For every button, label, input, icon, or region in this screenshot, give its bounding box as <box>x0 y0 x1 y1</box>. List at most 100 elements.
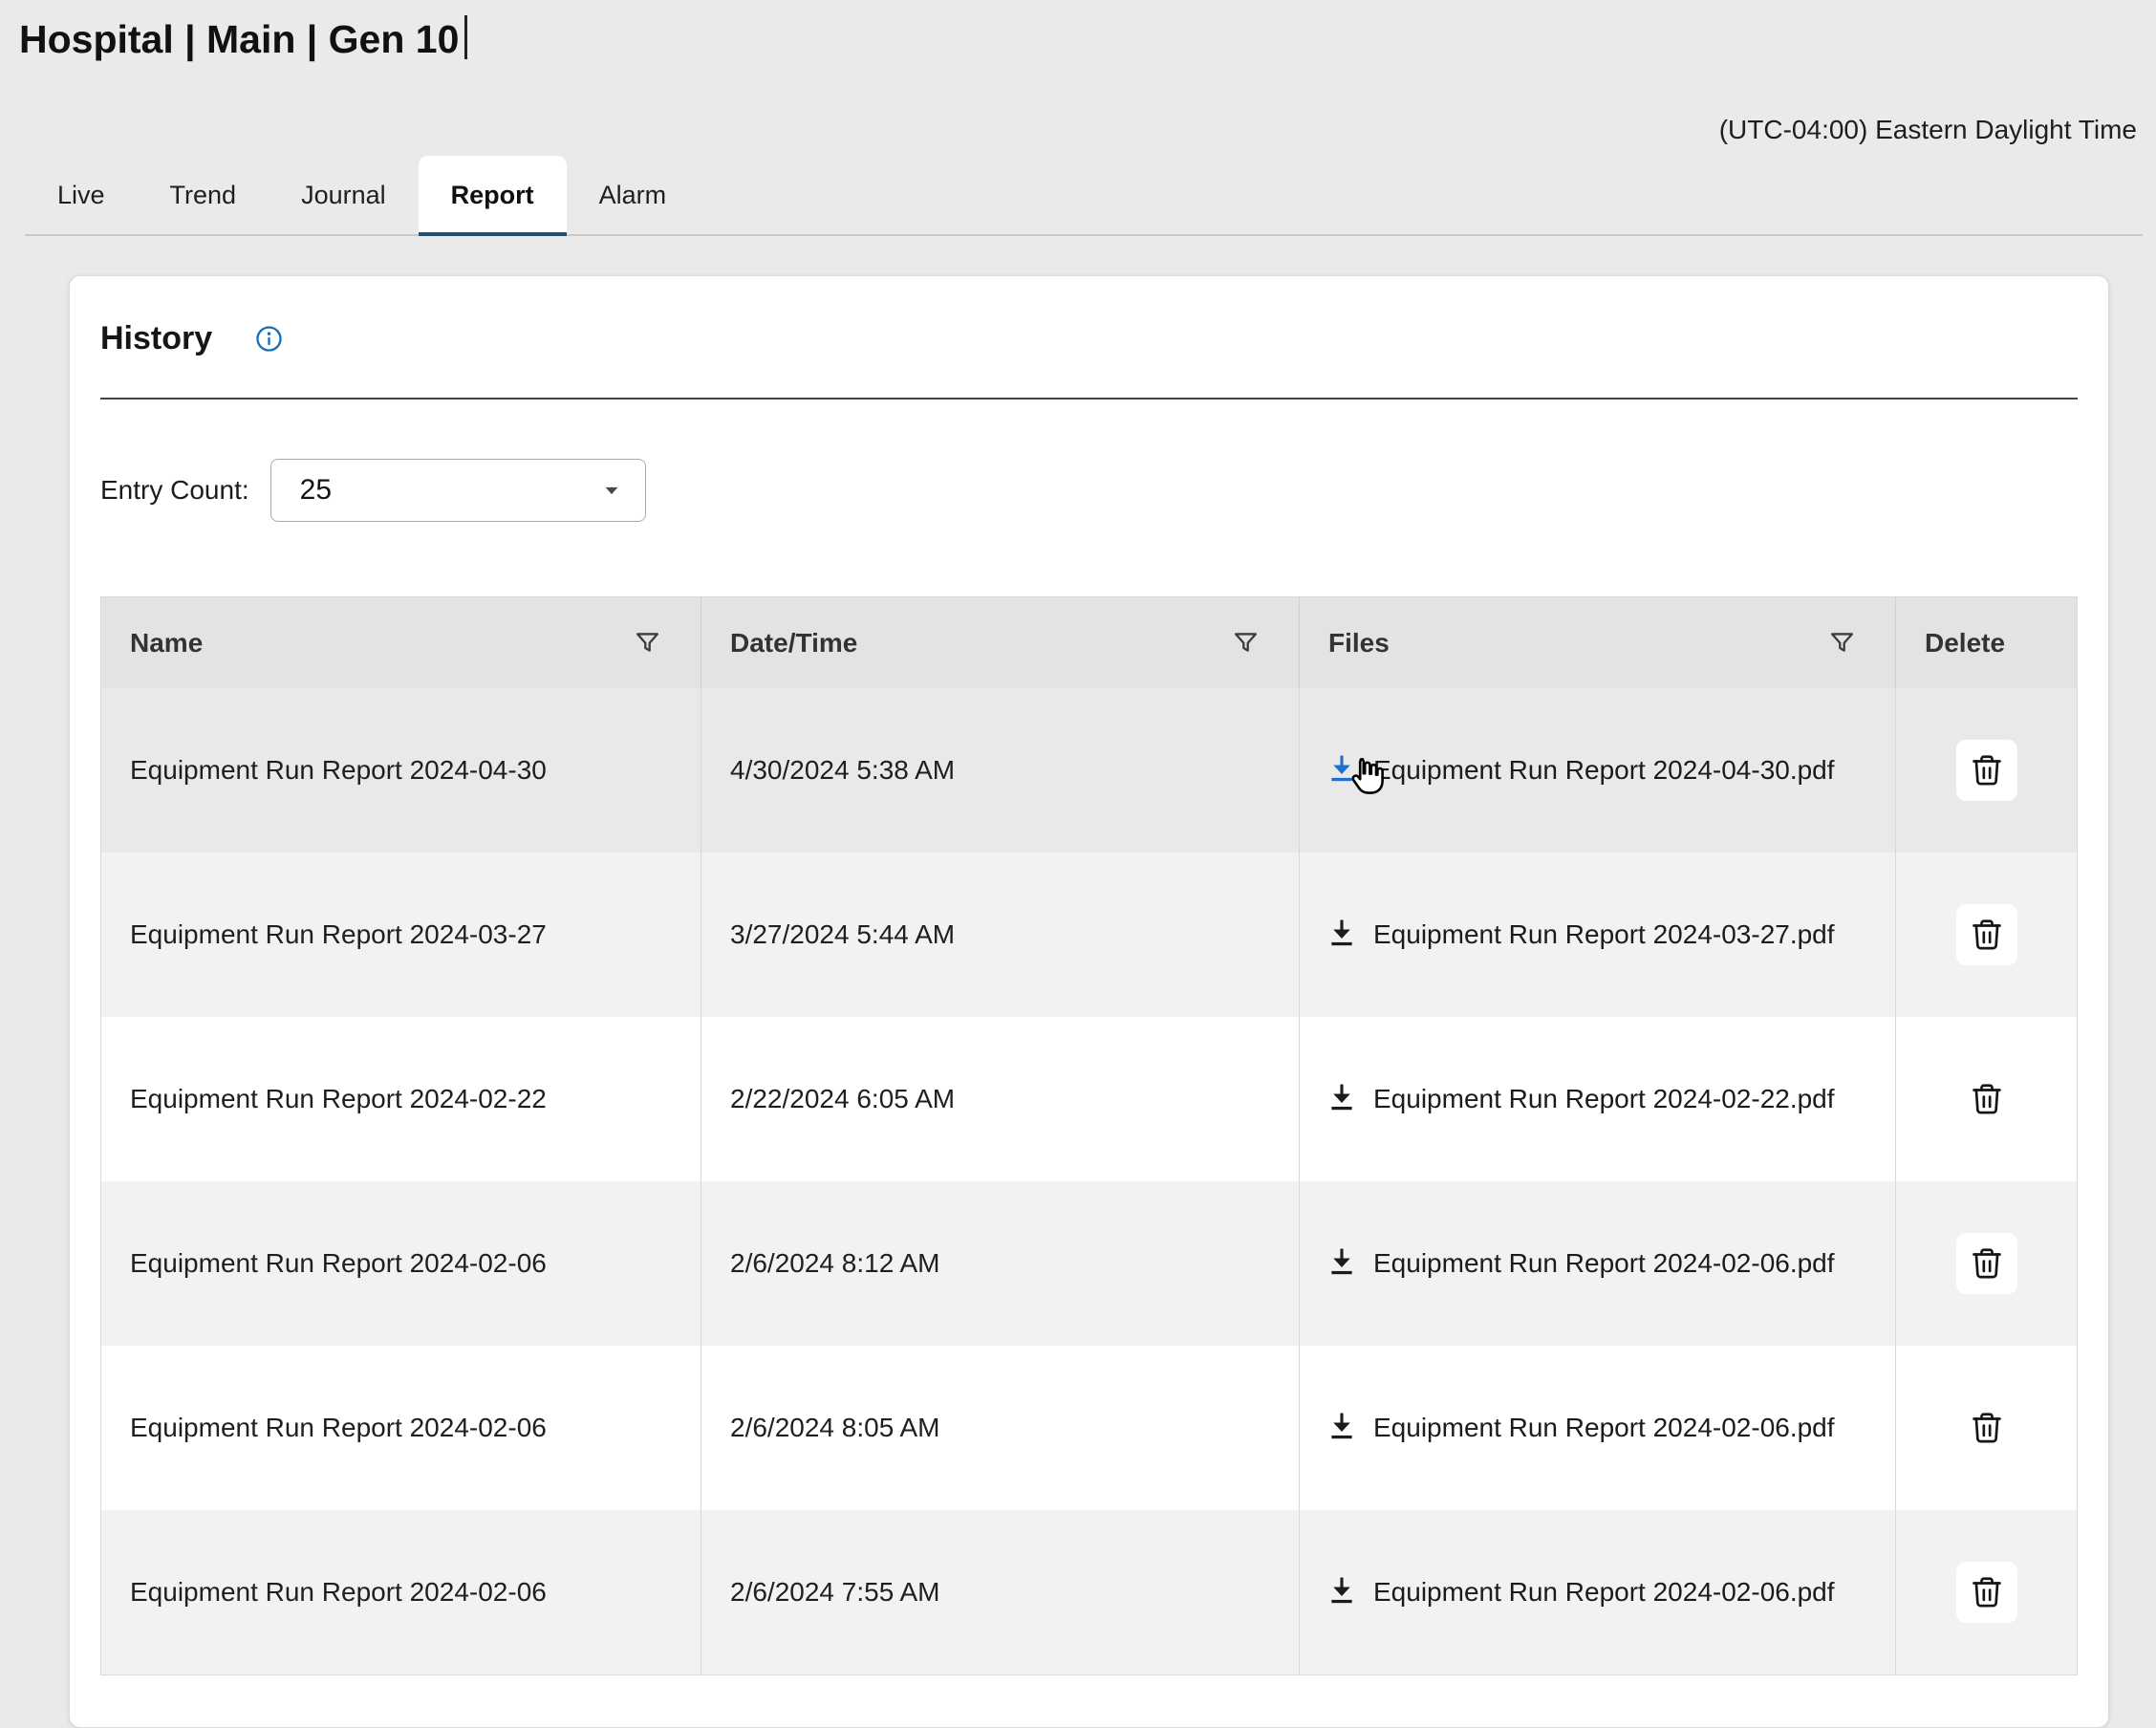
trash-icon <box>1969 1081 2005 1117</box>
download-icon <box>1326 1574 1358 1607</box>
entry-count-value: 25 <box>300 474 332 507</box>
trash-icon <box>1969 1410 2005 1446</box>
history-heading: History <box>100 320 212 357</box>
download-icon <box>1326 917 1358 949</box>
report-datetime-cell: 2/6/2024 8:05 AM <box>701 1346 1300 1510</box>
report-name-cell: Equipment Run Report 2024-02-06 <box>101 1181 701 1346</box>
tab-report[interactable]: Report <box>419 156 567 234</box>
report-delete-cell <box>1896 1510 2077 1674</box>
download-icon <box>1326 1081 1358 1113</box>
entry-count-label: Entry Count: <box>100 475 249 506</box>
report-name: Equipment Run Report 2024-02-22 <box>130 1084 547 1114</box>
report-name: Equipment Run Report 2024-03-27 <box>130 919 547 950</box>
report-files-cell: Equipment Run Report 2024-03-27.pdf <box>1300 853 1896 1017</box>
report-datetime-cell: 2/6/2024 7:55 AM <box>701 1510 1300 1674</box>
report-delete-cell <box>1896 1181 2077 1346</box>
history-header: History <box>100 320 2078 357</box>
report-name-cell: Equipment Run Report 2024-02-06 <box>101 1510 701 1674</box>
history-table: Name Date/Time Files Delete <box>100 596 2078 1675</box>
file-download-link[interactable]: Equipment Run Report 2024-02-06.pdf <box>1326 1561 1835 1624</box>
trash-icon <box>1969 1245 2005 1282</box>
tab-label: Trend <box>170 181 237 210</box>
entry-count-select[interactable]: 25 <box>270 459 646 522</box>
tab-label: Report <box>451 181 534 210</box>
tab-live[interactable]: Live <box>25 156 138 234</box>
delete-button[interactable] <box>1956 1233 2017 1294</box>
file-name: Equipment Run Report 2024-02-06.pdf <box>1373 1413 1835 1442</box>
tab-alarm[interactable]: Alarm <box>567 156 700 234</box>
file-name: Equipment Run Report 2024-02-06.pdf <box>1373 1248 1835 1278</box>
table-row: Equipment Run Report 2024-02-06 2/6/2024… <box>101 1346 2077 1510</box>
report-datetime-cell: 4/30/2024 5:38 AM <box>701 688 1300 853</box>
file-download-link[interactable]: Equipment Run Report 2024-02-06.pdf <box>1326 1396 1835 1459</box>
delete-button[interactable] <box>1956 1397 2017 1458</box>
timezone-label: (UTC-04:00) Eastern Daylight Time <box>1719 115 2137 145</box>
report-delete-cell <box>1896 853 2077 1017</box>
text-cursor-caret <box>464 15 467 59</box>
delete-button[interactable] <box>1956 1562 2017 1623</box>
report-datetime: 2/6/2024 8:12 AM <box>730 1248 940 1279</box>
delete-button[interactable] <box>1956 1069 2017 1130</box>
report-delete-cell <box>1896 1346 2077 1510</box>
table-row: Equipment Run Report 2024-03-27 3/27/202… <box>101 853 2077 1017</box>
column-header-files: Files <box>1300 597 1896 688</box>
tab-label: Live <box>57 181 105 210</box>
divider <box>100 398 2078 400</box>
table-row: Equipment Run Report 2024-02-06 2/6/2024… <box>101 1181 2077 1346</box>
delete-button[interactable] <box>1956 904 2017 965</box>
report-datetime: 2/22/2024 6:05 AM <box>730 1084 955 1114</box>
info-icon[interactable] <box>254 324 284 354</box>
tab-trend[interactable]: Trend <box>138 156 270 234</box>
tab-label: Journal <box>301 181 386 210</box>
report-datetime-cell: 2/22/2024 6:05 AM <box>701 1017 1300 1181</box>
file-name: Equipment Run Report 2024-04-30.pdf <box>1373 755 1835 785</box>
table-header-row: Name Date/Time Files Delete <box>101 597 2077 688</box>
history-card: History Entry Count: 25 Name Date/Tim <box>69 275 2109 1728</box>
table-row: Equipment Run Report 2024-04-30 4/30/202… <box>101 688 2077 853</box>
trash-icon <box>1969 1574 2005 1610</box>
column-label: Date/Time <box>730 628 857 659</box>
filter-funnel-icon[interactable] <box>1827 628 1857 658</box>
file-download-link[interactable]: Equipment Run Report 2024-03-27.pdf <box>1326 903 1835 966</box>
table-row: Equipment Run Report 2024-02-06 2/6/2024… <box>101 1510 2077 1674</box>
file-download-link[interactable]: Equipment Run Report 2024-02-06.pdf <box>1326 1232 1835 1295</box>
download-icon <box>1326 1245 1358 1278</box>
report-name: Equipment Run Report 2024-02-06 <box>130 1577 547 1608</box>
report-datetime: 4/30/2024 5:38 AM <box>730 755 955 786</box>
report-delete-cell <box>1896 1017 2077 1181</box>
report-name-cell: Equipment Run Report 2024-04-30 <box>101 688 701 853</box>
file-download-link[interactable]: Equipment Run Report 2024-02-22.pdf <box>1326 1068 1835 1131</box>
page-title-text: Hospital | Main | Gen 10 <box>19 17 459 61</box>
report-datetime: 2/6/2024 7:55 AM <box>730 1577 940 1608</box>
delete-button[interactable] <box>1956 740 2017 801</box>
column-label: Files <box>1328 628 1390 659</box>
trash-icon <box>1969 752 2005 788</box>
filter-funnel-icon[interactable] <box>633 628 662 658</box>
report-datetime-cell: 2/6/2024 8:12 AM <box>701 1181 1300 1346</box>
report-files-cell: Equipment Run Report 2024-02-06.pdf <box>1300 1181 1896 1346</box>
report-name: Equipment Run Report 2024-02-06 <box>130 1413 547 1443</box>
file-name: Equipment Run Report 2024-02-06.pdf <box>1373 1577 1835 1607</box>
report-files-cell: Equipment Run Report 2024-04-30.pdf <box>1300 688 1896 853</box>
report-files-cell: Equipment Run Report 2024-02-06.pdf <box>1300 1510 1896 1674</box>
chevron-down-icon <box>597 476 626 505</box>
report-name-cell: Equipment Run Report 2024-02-22 <box>101 1017 701 1181</box>
report-delete-cell <box>1896 688 2077 853</box>
report-datetime: 2/6/2024 8:05 AM <box>730 1413 940 1443</box>
download-icon <box>1326 1410 1358 1442</box>
filter-funnel-icon[interactable] <box>1231 628 1261 658</box>
report-name-cell: Equipment Run Report 2024-03-27 <box>101 853 701 1017</box>
tab-label: Alarm <box>599 181 667 210</box>
page-title[interactable]: Hospital | Main | Gen 10 <box>19 15 467 62</box>
trash-icon <box>1969 917 2005 953</box>
file-name: Equipment Run Report 2024-02-22.pdf <box>1373 1084 1835 1113</box>
report-name: Equipment Run Report 2024-04-30 <box>130 755 547 786</box>
report-datetime-cell: 3/27/2024 5:44 AM <box>701 853 1300 1017</box>
tab-journal[interactable]: Journal <box>269 156 419 234</box>
tab-bar: Live Trend Journal Report Alarm <box>25 156 2143 236</box>
report-datetime: 3/27/2024 5:44 AM <box>730 919 955 950</box>
report-name-cell: Equipment Run Report 2024-02-06 <box>101 1346 701 1510</box>
column-header-delete: Delete <box>1896 597 2077 688</box>
report-files-cell: Equipment Run Report 2024-02-06.pdf <box>1300 1346 1896 1510</box>
file-download-link[interactable]: Equipment Run Report 2024-04-30.pdf <box>1326 739 1835 802</box>
